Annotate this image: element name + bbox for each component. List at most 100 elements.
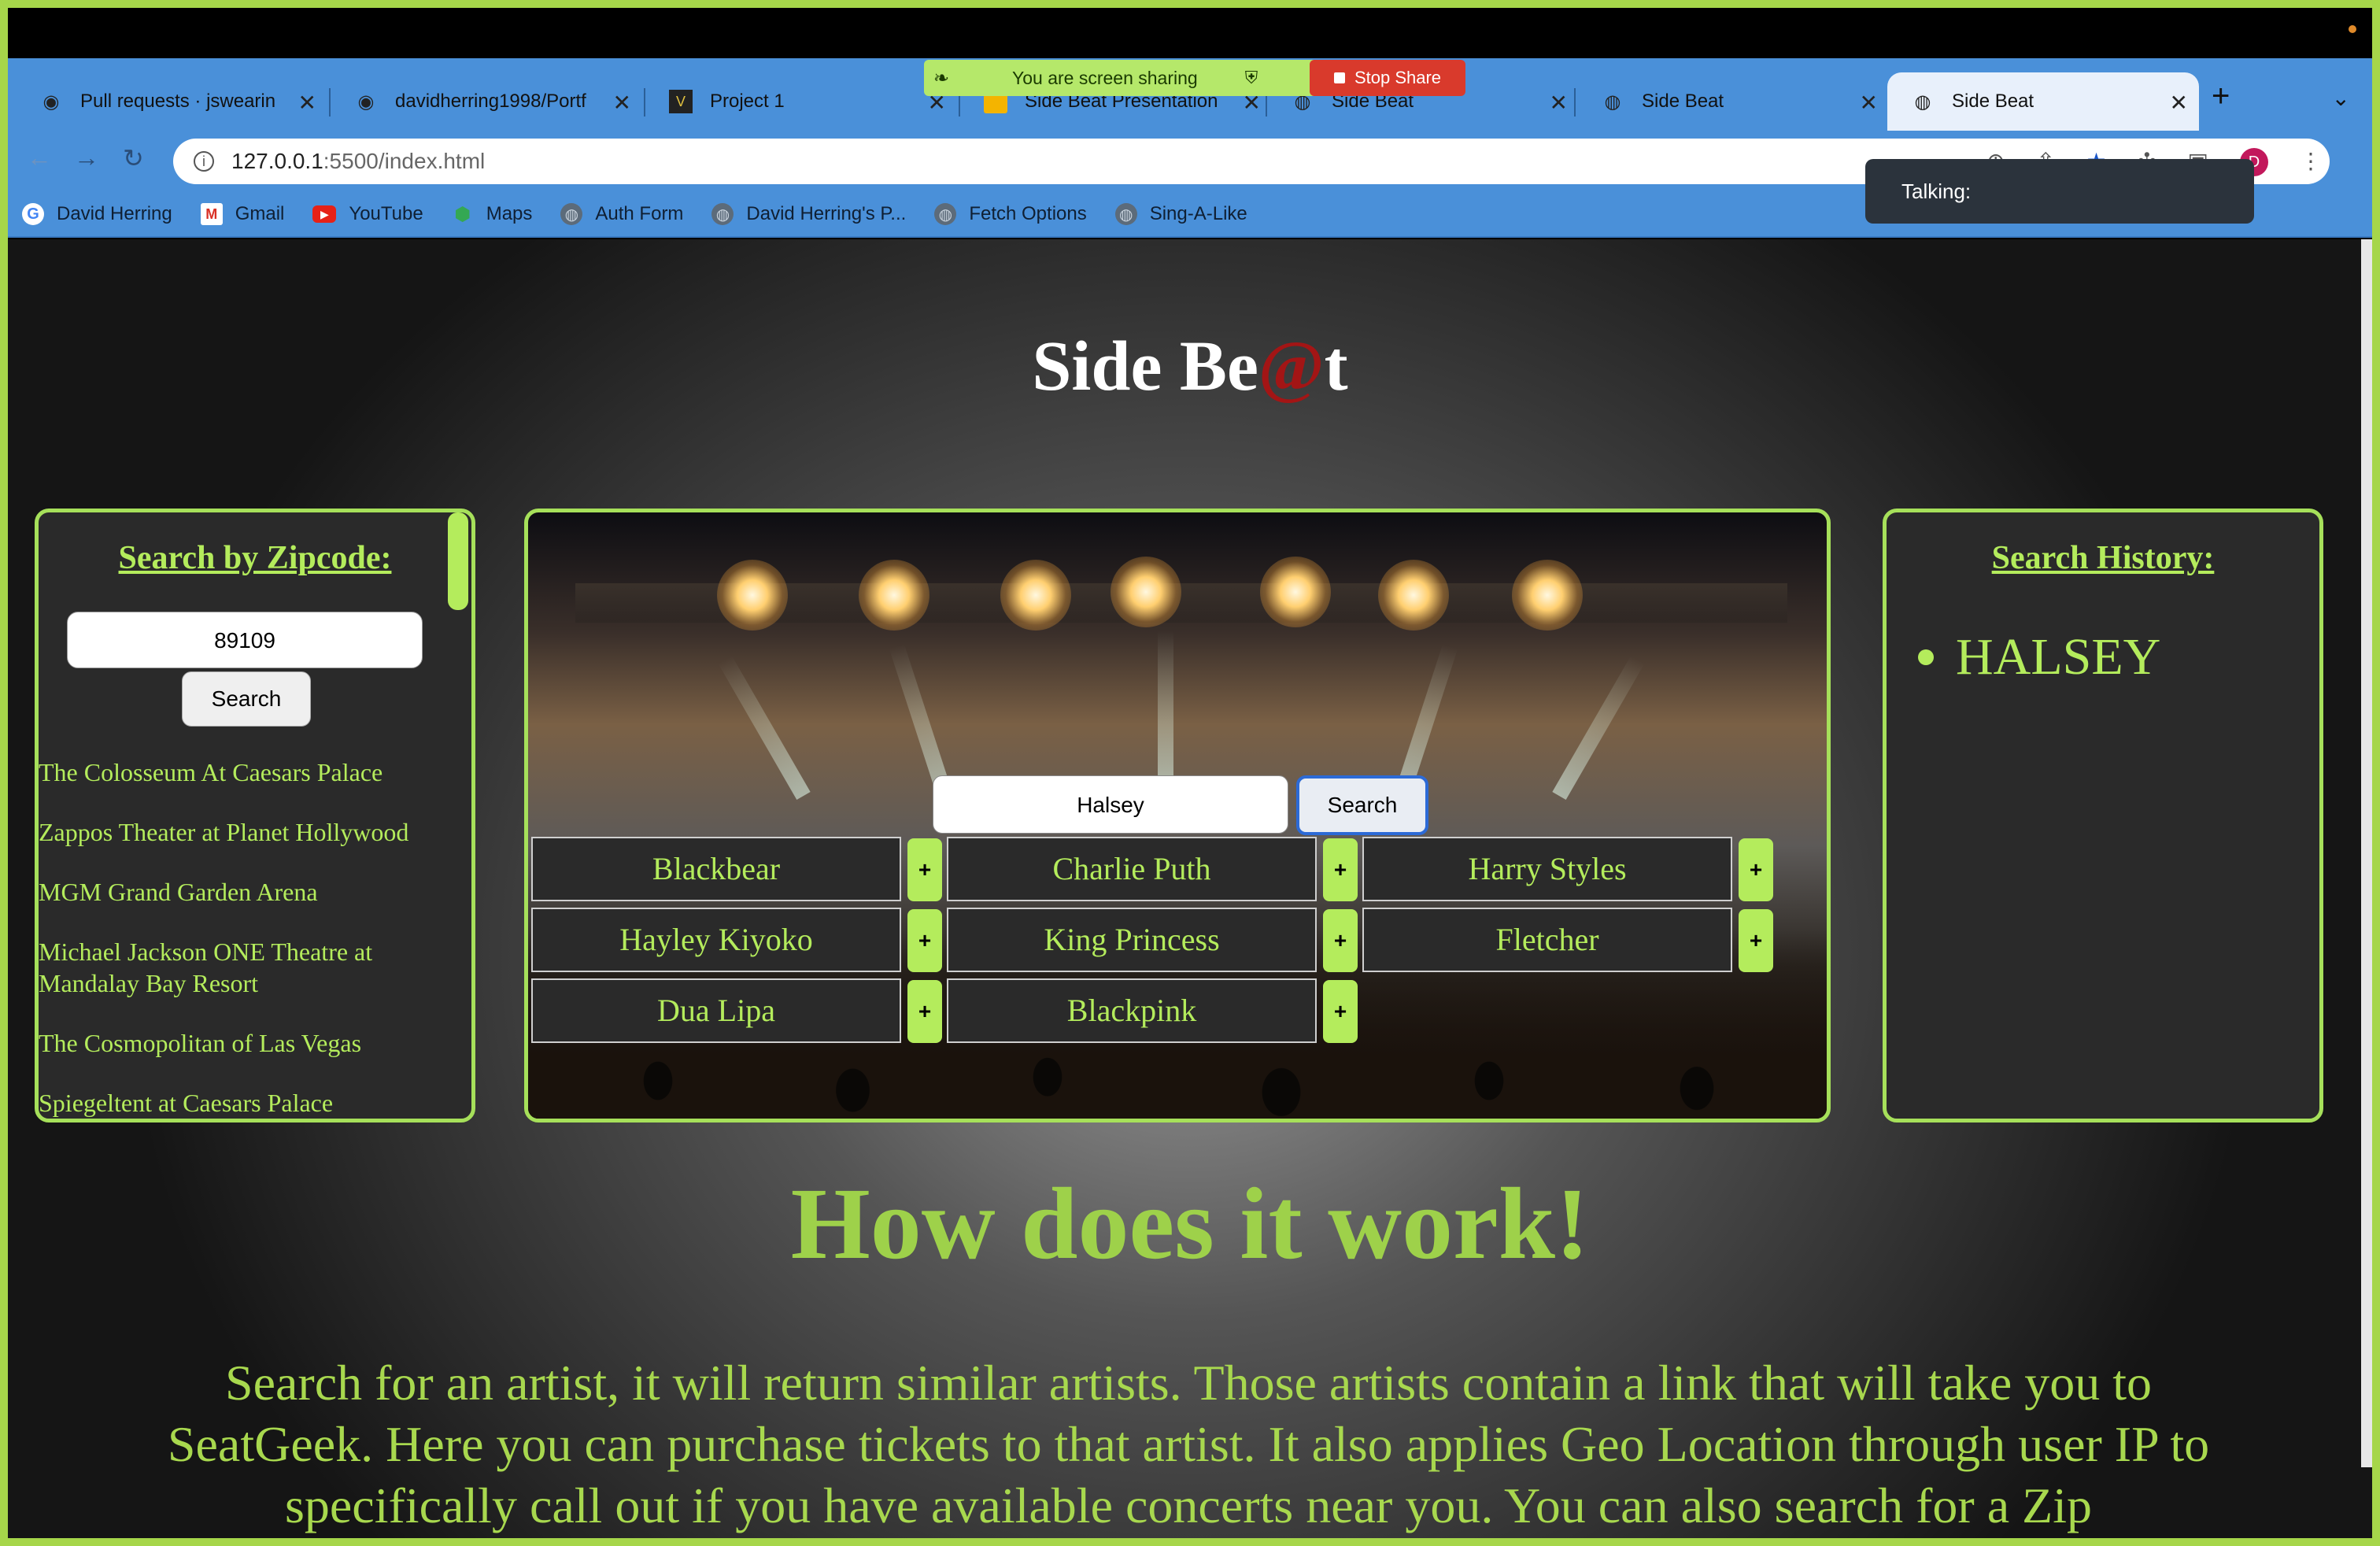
google-icon: G — [22, 203, 44, 225]
search-history-panel: Search History: HALSEY — [1883, 509, 2323, 1123]
venue-list: The Colosseum At Caesars Palace Zappos T… — [39, 756, 464, 1119]
bookmark-sing-a-like[interactable]: ◍ Sing-A-Like — [1114, 203, 1247, 225]
artist-result[interactable]: Dua Lipa — [531, 978, 901, 1043]
new-tab-icon[interactable]: + — [2212, 79, 2230, 114]
close-icon[interactable]: ✕ — [2170, 90, 2188, 116]
page-scrollbar[interactable] — [2361, 239, 2372, 1467]
bookmark-youtube[interactable]: ▶ YouTube — [312, 203, 423, 225]
bookmark-label: Fetch Options — [969, 203, 1087, 224]
venue-link[interactable]: The Colosseum At Caesars Palace — [39, 756, 464, 788]
venue-link[interactable]: Michael Jackson ONE Theatre at Mandalay … — [39, 936, 464, 999]
screen-share-status: You are screen sharing — [1012, 67, 1198, 88]
artist-result[interactable]: Blackpink — [947, 978, 1317, 1043]
mac-menu-bar — [8, 8, 2372, 58]
bookmark-label: David Herring's P... — [746, 203, 907, 224]
close-icon[interactable]: ✕ — [298, 90, 316, 116]
history-list: HALSEY — [1918, 627, 2160, 687]
gmail-icon: M — [200, 203, 223, 225]
github-icon: ◉ — [42, 91, 60, 113]
light-beam — [1552, 655, 1645, 800]
bookmark-label: Sing-A-Like — [1149, 203, 1247, 224]
artist-search-button[interactable]: Search — [1296, 775, 1428, 835]
artist-result[interactable]: Charlie Puth — [947, 837, 1317, 901]
stage-light — [1260, 557, 1331, 627]
artist-result[interactable]: Hayley Kiyoko — [531, 908, 901, 972]
tab-title: Project 1 — [710, 91, 785, 112]
bullet-icon — [1918, 649, 1934, 665]
talking-indicator: Talking: — [1865, 159, 2254, 224]
history-item[interactable]: HALSEY — [1918, 627, 2160, 687]
add-artist-button[interactable]: + — [907, 909, 942, 972]
bookmark-label: Gmail — [235, 203, 285, 224]
artist-search-input[interactable]: Halsey — [933, 775, 1288, 834]
add-artist-button[interactable]: + — [1323, 980, 1358, 1043]
venue-link[interactable]: MGM Grand Garden Arena — [39, 876, 464, 908]
title-at-symbol: @ — [1258, 327, 1325, 405]
light-beam — [1158, 631, 1173, 788]
zipcode-search-button[interactable]: Search — [182, 671, 311, 727]
globe-icon: ◍ — [1914, 91, 1931, 113]
zipcode-panel: Search by Zipcode: 89109 Search The Colo… — [35, 509, 475, 1123]
tab-title: davidherring1998/Portf — [395, 91, 586, 112]
venue-link[interactable]: Spiegeltent at Caesars Palace — [39, 1087, 464, 1119]
close-icon[interactable]: ✕ — [613, 90, 631, 116]
close-icon[interactable]: ✕ — [1860, 90, 1878, 116]
forward-icon[interactable]: → — [74, 143, 99, 172]
reload-icon[interactable]: ↻ — [123, 143, 144, 173]
tab-side-beat-active[interactable]: ◍ Side Beat ✕ — [1887, 72, 2199, 131]
artist-result[interactable]: Fletcher — [1362, 908, 1732, 972]
tab-side-beat-2[interactable]: ◍ Side Beat ✕ — [1577, 72, 1889, 131]
title-text: Side Be — [1032, 327, 1258, 405]
globe-icon: ◍ — [711, 203, 734, 225]
stop-share-button[interactable]: Stop Share — [1310, 60, 1465, 96]
youtube-icon: ▶ — [312, 205, 337, 223]
url-text[interactable]: 127.0.0.1:5500/index.html — [231, 149, 485, 174]
add-artist-button[interactable]: + — [907, 838, 942, 901]
stop-share-label: Stop Share — [1354, 68, 1442, 87]
bookmark-maps[interactable]: ⬢ Maps — [452, 203, 532, 225]
back-icon[interactable]: ← — [27, 143, 52, 172]
venue-link[interactable]: Zappos Theater at Planet Hollywood — [39, 816, 464, 848]
github-icon: ◉ — [357, 91, 375, 113]
bookmark-portfolio[interactable]: ◍ David Herring's P... — [711, 203, 906, 225]
bookmark-fetch-options[interactable]: ◍ Fetch Options — [934, 203, 1087, 225]
zipcode-input[interactable]: 89109 — [67, 612, 423, 668]
light-beam — [718, 655, 811, 800]
tab-separator — [1574, 88, 1576, 117]
bookmark-label: YouTube — [349, 203, 423, 224]
artist-result[interactable]: King Princess — [947, 908, 1317, 972]
title-text-end: t — [1324, 327, 1348, 405]
zipcode-heading: Search by Zipcode: — [118, 540, 392, 576]
more-menu-icon[interactable]: ⋮ — [2300, 148, 2322, 176]
globe-icon: ◍ — [1114, 203, 1137, 225]
shield-icon: ⛨ — [1244, 68, 1258, 87]
bookmark-label: Auth Form — [595, 203, 684, 224]
add-artist-button[interactable]: + — [1739, 838, 1773, 901]
bookmark-label: David Herring — [57, 203, 172, 224]
info-icon[interactable]: i — [194, 151, 214, 172]
bookmark-gmail[interactable]: M Gmail — [200, 203, 285, 225]
tab-pull-requests[interactable]: ◉ Pull requests · jswearin ✕ — [16, 72, 327, 131]
artist-result[interactable]: Blackbear — [531, 837, 901, 901]
tab-portfolio[interactable]: ◉ davidherring1998/Portf ✕ — [331, 72, 642, 131]
close-icon[interactable]: ✕ — [1550, 90, 1568, 116]
status-dot-icon — [2349, 25, 2356, 33]
tab-project-1[interactable]: V Project 1 ✕ — [645, 72, 957, 131]
bookmark-david-herring[interactable]: G David Herring — [22, 203, 172, 225]
leaf-icon: ❧ — [933, 67, 950, 89]
add-artist-button[interactable]: + — [1739, 909, 1773, 972]
venue-link[interactable]: The Cosmopolitan of Las Vegas — [39, 1027, 464, 1059]
artist-result[interactable]: Harry Styles — [1362, 837, 1732, 901]
bookmark-auth-form[interactable]: ◍ Auth Form — [560, 203, 683, 225]
add-artist-button[interactable]: + — [1323, 838, 1358, 901]
screen-share-banner: ❧ You are screen sharing ⛨ — [924, 60, 1318, 96]
tab-title: Side Beat — [1642, 91, 1724, 112]
stage-light — [1111, 557, 1181, 627]
globe-icon: ◍ — [560, 203, 583, 225]
add-artist-button[interactable]: + — [907, 980, 942, 1043]
stop-icon — [1333, 72, 1345, 83]
project-icon: V — [669, 90, 693, 113]
add-artist-button[interactable]: + — [1323, 909, 1358, 972]
chevron-down-icon[interactable]: ⌄ — [2332, 85, 2350, 111]
stage-light — [859, 560, 929, 631]
